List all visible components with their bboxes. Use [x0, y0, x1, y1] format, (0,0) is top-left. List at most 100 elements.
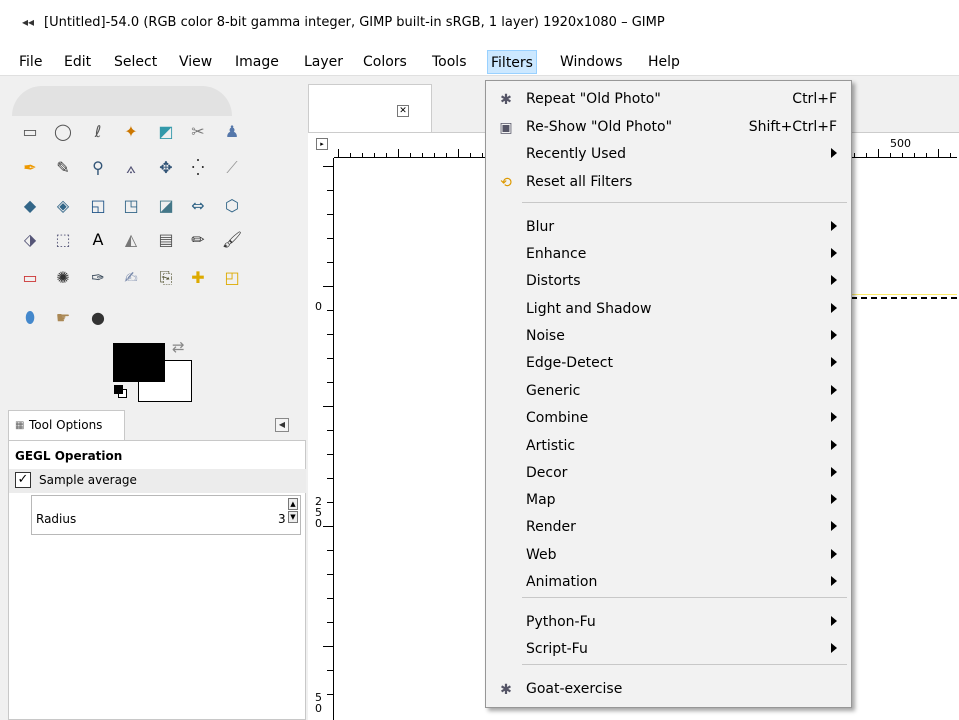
filters-menu-item-blur[interactable]: Blur — [486, 215, 851, 241]
filters-menu-item-repeat-old-photo[interactable]: ✱ Repeat "Old Photo" Ctrl+F — [486, 87, 851, 113]
mypaint-brush-icon[interactable]: ✍ — [119, 266, 143, 290]
ruler-tick — [323, 406, 333, 407]
menu-windows[interactable]: Windows — [557, 53, 626, 75]
radius-decrement-button[interactable]: ▼ — [288, 511, 298, 523]
filters-menu-item-artistic[interactable]: Artistic — [486, 434, 851, 460]
filters-menu-item-render[interactable]: Render — [486, 515, 851, 541]
dock-menu-icon[interactable]: ◀ — [275, 418, 289, 432]
menu-image[interactable]: Image — [232, 53, 282, 75]
move-icon[interactable]: ✥ — [154, 156, 178, 180]
radius-increment-button[interactable]: ▲ — [288, 498, 298, 510]
clone-icon[interactable]: ⎘ — [154, 266, 178, 290]
menu-tools[interactable]: Tools — [429, 53, 470, 75]
filters-menu-item-web[interactable]: Web — [486, 543, 851, 569]
filters-menu-item-noise[interactable]: Noise — [486, 324, 851, 350]
transform-icon[interactable]: ⟋ — [220, 156, 244, 180]
submenu-arrow-icon — [831, 521, 837, 531]
radius-spinbox[interactable]: Radius 3 ▲ ▼ — [31, 495, 301, 535]
paths-icon[interactable]: ✒ — [18, 156, 42, 180]
filters-menu-item-animation[interactable]: Animation — [486, 570, 851, 596]
filters-menu-item-combine[interactable]: Combine — [486, 406, 851, 432]
pencil-icon[interactable]: ✏ — [186, 228, 210, 252]
gradient-icon[interactable]: ▤ — [154, 228, 178, 252]
ruler-tick — [422, 153, 423, 157]
rect-select-icon[interactable]: ▭ — [18, 120, 42, 144]
filters-menu-item-label: Combine — [526, 410, 589, 426]
sample-average-row[interactable]: ✓ Sample average — [9, 469, 306, 493]
ruler-tick — [350, 153, 351, 157]
perspective-icon[interactable]: ◪ — [154, 194, 178, 218]
default-colors-icon[interactable] — [114, 385, 123, 394]
cage-icon[interactable]: ⬡ — [220, 194, 244, 218]
airbrush-icon[interactable]: ✺ — [51, 266, 75, 290]
image-tab[interactable]: ✕ — [308, 84, 432, 132]
unified-transform-icon[interactable]: ◆ — [18, 194, 42, 218]
foreground-select-icon[interactable]: ♟ — [220, 120, 244, 144]
radius-value[interactable]: 3 — [278, 512, 286, 526]
submenu-arrow-icon — [831, 221, 837, 231]
menu-file[interactable]: File — [16, 53, 45, 75]
measure-icon[interactable]: ⟑ — [119, 156, 143, 180]
ruler-tick — [914, 153, 915, 157]
by-color-select-icon[interactable]: ◩ — [154, 120, 178, 144]
filters-menu-item-goat-exercise[interactable]: ✱ Goat-exercise — [486, 677, 851, 703]
filters-menu-item-label: Blur — [526, 219, 555, 235]
filters-menu-item-enhance[interactable]: Enhance — [486, 242, 851, 268]
perspective-clone-icon[interactable]: ◰ — [220, 266, 244, 290]
color-picker-icon[interactable]: ✎ — [51, 156, 75, 180]
rotate-icon[interactable]: ◈ — [51, 194, 75, 218]
filters-menu-item-light-and-shadow[interactable]: Light and Shadow — [486, 297, 851, 323]
filters-menu-item-recently-used[interactable]: Recently Used — [486, 142, 851, 168]
paintbrush-icon[interactable]: 🖌 — [220, 228, 244, 252]
ruler-tick — [327, 214, 333, 215]
foreground-color-front[interactable] — [113, 343, 165, 382]
zoom-icon[interactable]: ⚲ — [86, 156, 110, 180]
filters-menu-item-script-fu[interactable]: Script-Fu — [486, 637, 851, 663]
menu-edit[interactable]: Edit — [61, 53, 94, 75]
filters-menu-item-generic[interactable]: Generic — [486, 379, 851, 405]
menu-help[interactable]: Help — [645, 53, 683, 75]
selection-marquee-highlight — [851, 294, 957, 295]
quick-mask-icon[interactable]: ▸ — [316, 138, 328, 150]
smudge-icon[interactable]: ☛ — [51, 306, 75, 330]
close-icon[interactable]: ✕ — [397, 105, 409, 117]
filters-menu-item-map[interactable]: Map — [486, 488, 851, 514]
scissors-select-icon[interactable]: ✂ — [186, 120, 210, 144]
ellipse-select-icon[interactable]: ◯ — [51, 120, 75, 144]
vertical-ruler[interactable] — [314, 158, 334, 720]
filters-menu-item-edge-detect[interactable]: Edge-Detect — [486, 351, 851, 377]
text-icon[interactable]: A — [86, 228, 110, 252]
menu-separator — [522, 664, 847, 665]
ink-icon[interactable]: ✑ — [86, 266, 110, 290]
tab-tool-options[interactable]: ▦ Tool Options — [8, 410, 125, 440]
filters-menu-item-label: Python-Fu — [526, 614, 596, 630]
blur-icon[interactable]: ⬮ — [18, 306, 42, 330]
filters-menu-item-reset-all-filters[interactable]: ⟲ Reset all Filters — [486, 170, 851, 196]
sample-average-checkbox[interactable]: ✓ — [15, 472, 31, 488]
bucket-fill-icon[interactable]: ◭ — [119, 228, 143, 252]
eraser-icon[interactable]: ▭ — [18, 266, 42, 290]
filters-menu-item-re-show-old-photo[interactable]: ▣ Re-Show "Old Photo" Shift+Ctrl+F — [486, 115, 851, 141]
shear-icon[interactable]: ◳ — [119, 194, 143, 218]
heal-icon[interactable]: ✚ — [186, 266, 210, 290]
filters-menu-item-distorts[interactable]: Distorts — [486, 269, 851, 295]
filters-menu-item-decor[interactable]: Decor — [486, 461, 851, 487]
scale-icon[interactable]: ◱ — [86, 194, 110, 218]
menu-filters[interactable]: Filters — [487, 50, 537, 74]
fuzzy-select-icon[interactable]: ✦ — [119, 120, 143, 144]
flip-icon[interactable]: ⇔ — [186, 194, 210, 218]
menu-view[interactable]: View — [176, 53, 215, 75]
menu-colors[interactable]: Colors — [360, 53, 410, 75]
ruler-tick — [327, 502, 333, 503]
warp-icon[interactable]: ⬗ — [18, 228, 42, 252]
swap-colors-icon[interactable]: ⇄ — [172, 338, 185, 356]
dodge-burn-icon[interactable]: ● — [86, 306, 110, 330]
handle-transform-icon[interactable]: ⬚ — [51, 228, 75, 252]
ruler-tick — [323, 166, 333, 167]
menu-layer[interactable]: Layer — [301, 53, 346, 75]
menu-select[interactable]: Select — [111, 53, 160, 75]
free-select-icon[interactable]: ℓ — [86, 120, 110, 144]
filters-menu-item-python-fu[interactable]: Python-Fu — [486, 610, 851, 636]
menu-bar: File Edit Select View Image Layer Colors… — [0, 48, 959, 76]
align-icon[interactable]: ⁛ — [186, 156, 210, 180]
